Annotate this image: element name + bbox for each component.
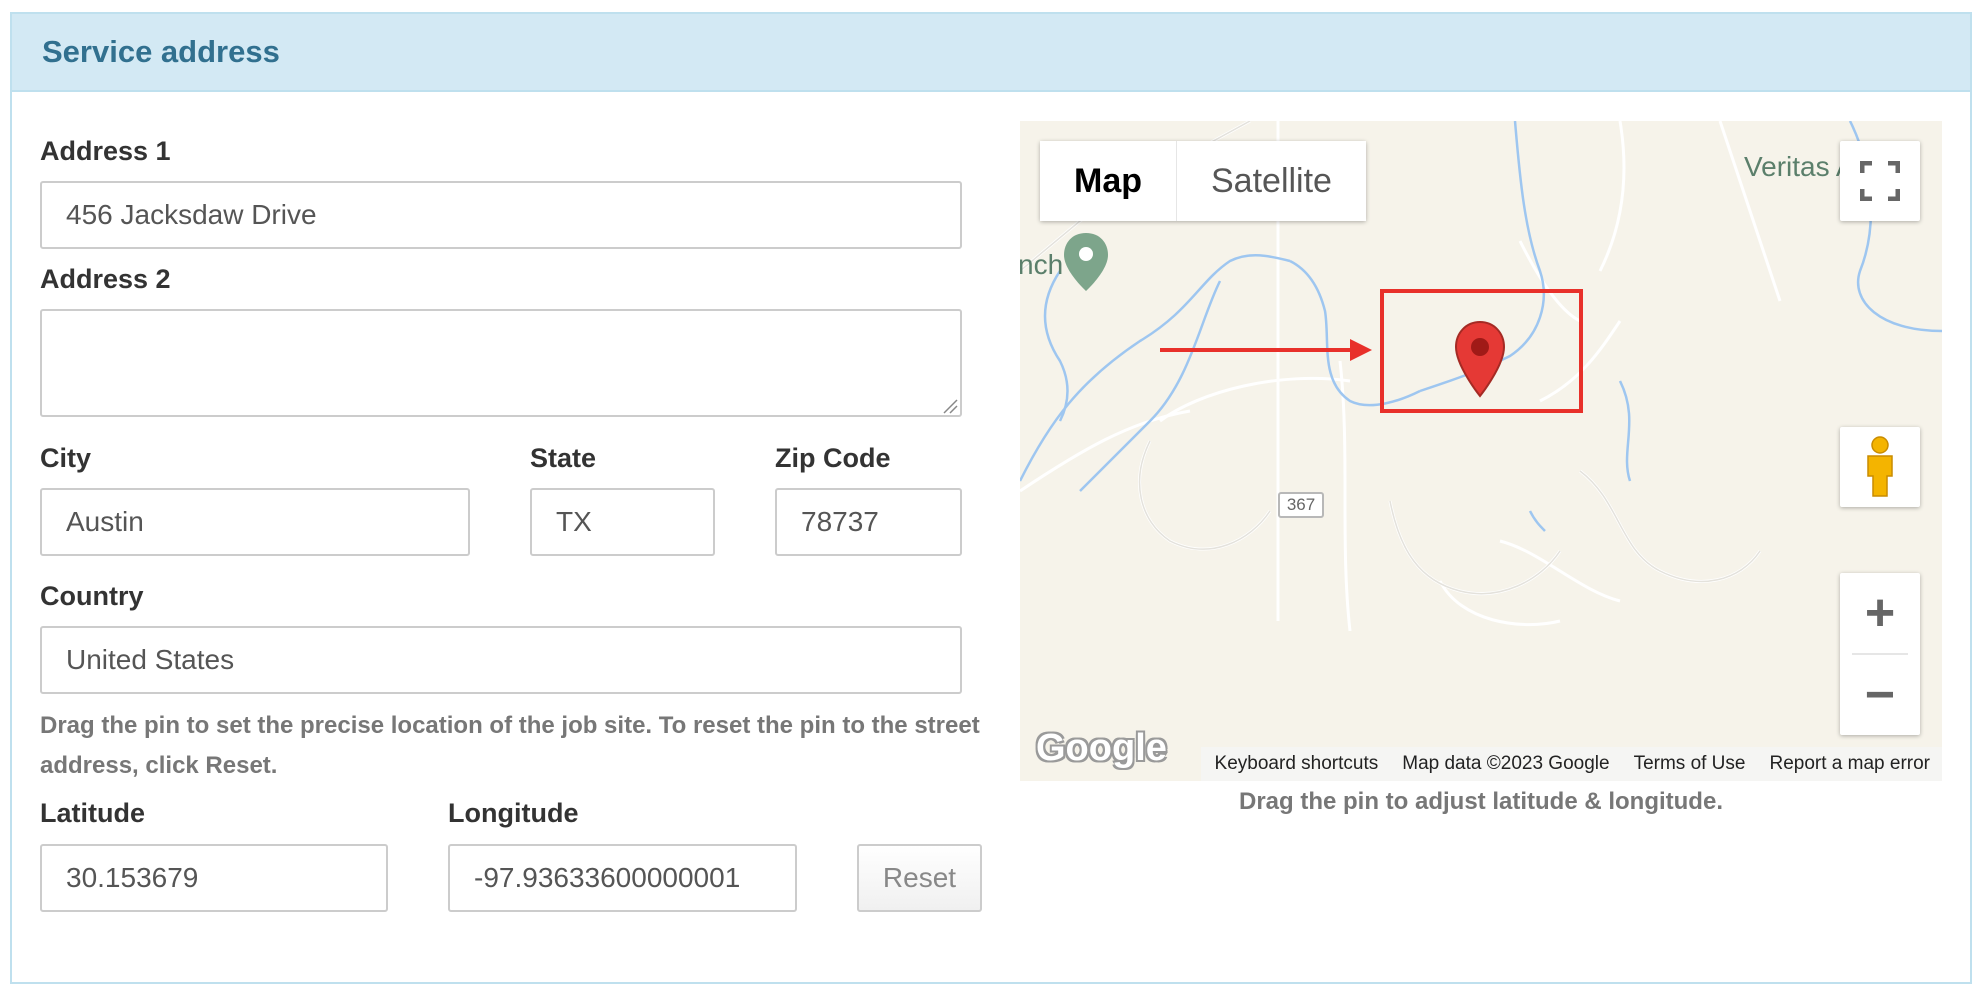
- map-attribution-bar: Keyboard shortcuts Map data ©2023 Google…: [1200, 747, 1942, 781]
- latitude-label: Latitude: [40, 798, 145, 828]
- fullscreen-icon: [1860, 161, 1900, 201]
- state-label: State: [530, 443, 597, 473]
- city-label: City: [40, 443, 92, 473]
- map-view[interactable]: Veritas A nch 367 Map Satellite + − Goog…: [1020, 121, 1942, 781]
- fullscreen-button[interactable]: [1840, 141, 1920, 221]
- google-logo: Google: [1036, 727, 1167, 769]
- poi-marker: [1064, 233, 1108, 291]
- zoom-in-button[interactable]: +: [1840, 573, 1920, 653]
- report-map-error-link[interactable]: Report a map error: [1769, 753, 1930, 775]
- address1-input[interactable]: [40, 181, 962, 249]
- latitude-input[interactable]: [40, 844, 388, 912]
- map-place-label: nch: [1020, 249, 1064, 280]
- street-view-button[interactable]: [1840, 427, 1920, 507]
- pegman-icon: [1867, 436, 1893, 497]
- address2-input[interactable]: [40, 309, 962, 417]
- country-input[interactable]: [40, 626, 962, 694]
- road-number-badge: 367: [1278, 492, 1324, 518]
- map-type-satellite-button[interactable]: Satellite: [1177, 141, 1366, 221]
- zip-label: Zip Code: [775, 443, 891, 473]
- map-place-label: Veritas A: [1744, 151, 1855, 182]
- address2-label: Address 2: [40, 264, 171, 294]
- map-caption: Drag the pin to adjust latitude & longit…: [1239, 788, 1723, 815]
- reset-button[interactable]: Reset: [857, 844, 982, 912]
- longitude-label: Longitude: [448, 798, 579, 828]
- longitude-input[interactable]: [448, 844, 797, 912]
- city-input[interactable]: [40, 488, 470, 556]
- address1-label: Address 1: [40, 136, 171, 166]
- location-pin-icon[interactable]: [1453, 320, 1507, 398]
- resize-grip-icon[interactable]: [942, 398, 958, 414]
- state-input[interactable]: [530, 488, 715, 556]
- pin-help-text: Drag the pin to set the precise location…: [40, 712, 980, 779]
- keyboard-shortcuts-link[interactable]: Keyboard shortcuts: [1215, 753, 1379, 775]
- map-type-control: Map Satellite: [1040, 141, 1366, 221]
- zoom-control: + −: [1840, 573, 1920, 735]
- panel-title: Service address: [42, 34, 280, 69]
- zoom-out-button[interactable]: −: [1840, 655, 1920, 735]
- panel-header: Service address: [12, 14, 1970, 92]
- country-label: Country: [40, 581, 144, 611]
- map-type-map-button[interactable]: Map: [1040, 141, 1177, 221]
- zip-input[interactable]: [775, 488, 962, 556]
- map-data-text: Map data ©2023 Google: [1402, 753, 1610, 774]
- terms-of-use-link[interactable]: Terms of Use: [1634, 753, 1746, 775]
